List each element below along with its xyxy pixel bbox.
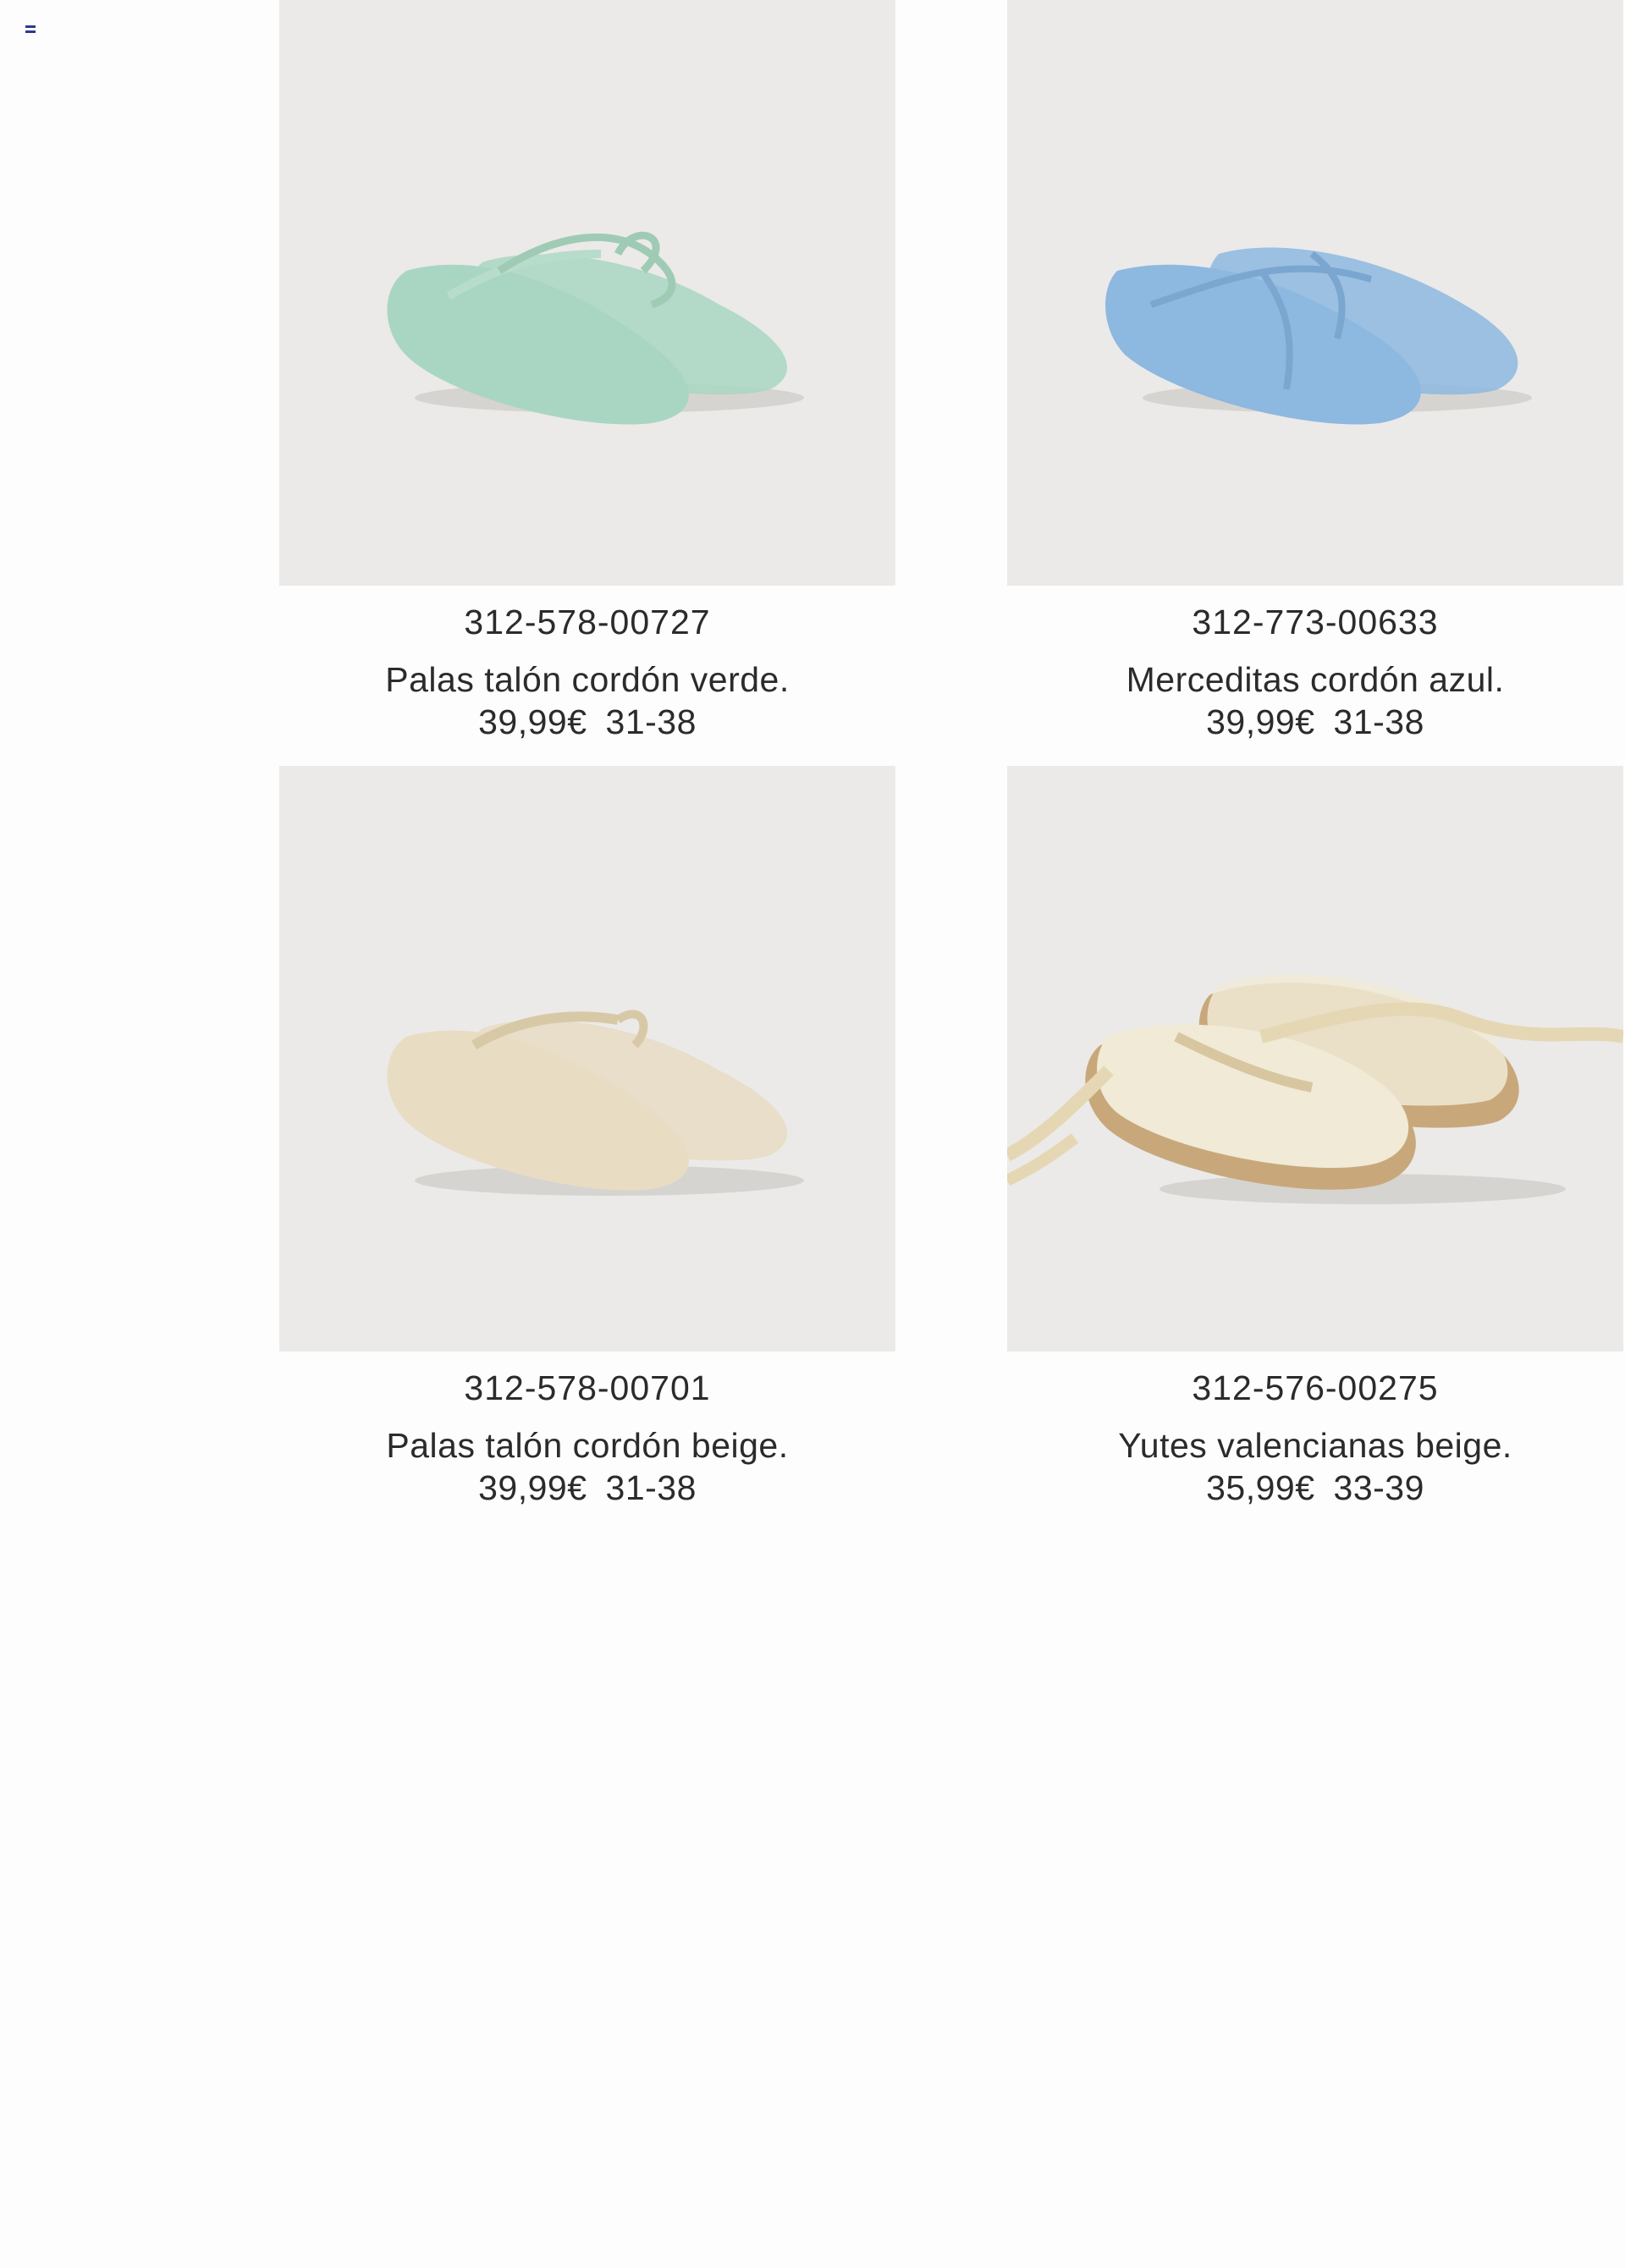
product-reference: 312-576-00275	[1192, 1368, 1439, 1407]
espadrille-icon	[1007, 974, 1623, 1204]
product-meta: 39,99€ 31-38	[279, 1467, 895, 1509]
product-image-espadrilles[interactable]	[1007, 766, 1623, 1351]
product-price: 39,99€	[1206, 702, 1315, 741]
product-name: Palas talón cordón beige.	[386, 1426, 789, 1465]
product-card[interactable]: 312-773-00633 Merceditas cordón azul. 39…	[1007, 0, 1623, 743]
product-name: Yutes valencianas beige.	[1118, 1426, 1512, 1465]
product-meta: 35,99€ 33-39	[1007, 1467, 1623, 1509]
espadrille-illustration	[1007, 974, 1623, 1204]
product-sizes: 31-38	[605, 1468, 697, 1507]
product-reference: 312-773-00633	[1192, 603, 1439, 641]
product-sizes: 31-38	[1333, 702, 1424, 741]
shoe-icon	[387, 1010, 804, 1196]
shoe-icon	[387, 231, 804, 425]
product-image-green-flats[interactable]	[279, 0, 895, 586]
product-price: 35,99€	[1206, 1468, 1315, 1507]
flag-icon	[25, 25, 36, 33]
product-name: Palas talón cordón verde.	[385, 660, 790, 699]
product-meta: 39,99€ 31-38	[279, 701, 895, 743]
product-meta: 39,99€ 31-38	[1007, 701, 1623, 743]
product-name: Merceditas cordón azul.	[1126, 660, 1505, 699]
shoe-illustration	[387, 231, 804, 425]
product-card[interactable]: 312-578-00701 Palas talón cordón beige. …	[279, 766, 895, 1509]
product-card[interactable]: 312-578-00727 Palas talón cordón verde. …	[279, 0, 895, 743]
product-reference: 312-578-00701	[464, 1368, 711, 1407]
product-card[interactable]: 312-576-00275 Yutes valencianas beige. 3…	[1007, 766, 1623, 1509]
product-image-beige-flats[interactable]	[279, 766, 895, 1351]
product-reference: 312-578-00727	[464, 603, 711, 641]
shoe-illustration	[1105, 247, 1532, 425]
product-image-blue-mary-janes[interactable]	[1007, 0, 1623, 586]
product-price: 39,99€	[478, 1468, 587, 1507]
product-sizes: 33-39	[1333, 1468, 1424, 1507]
product-sizes: 31-38	[605, 702, 697, 741]
product-price: 39,99€	[478, 702, 587, 741]
shoe-icon	[1105, 247, 1532, 425]
shoe-illustration	[387, 1010, 804, 1196]
